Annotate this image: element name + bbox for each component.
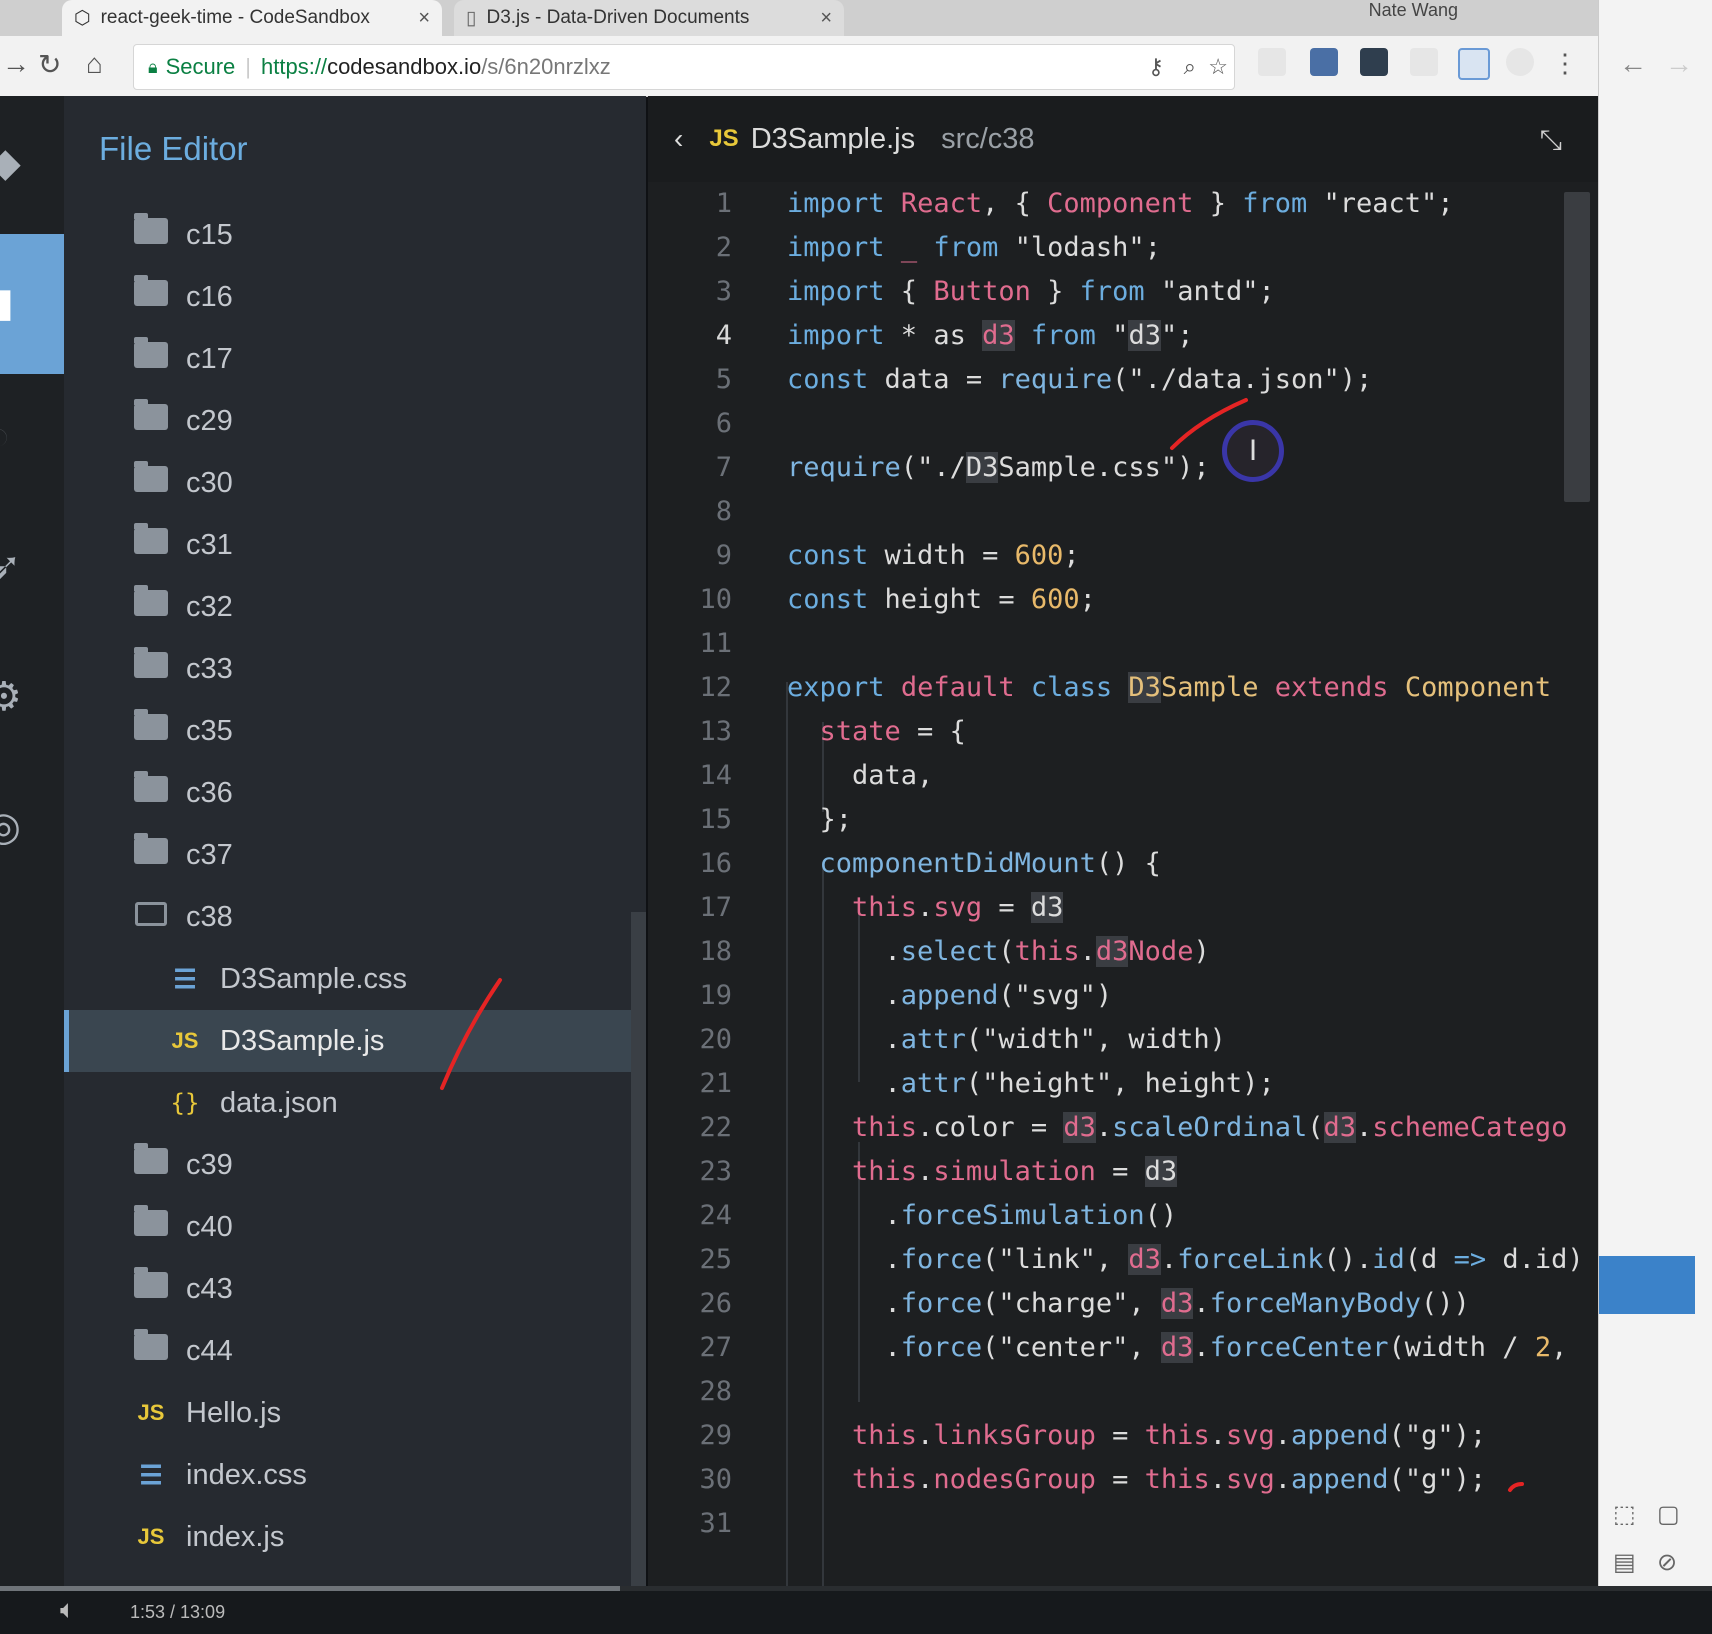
preview-highlight [1599,1256,1695,1314]
block-icon[interactable]: ⊘ [1657,1548,1677,1577]
device-icon[interactable]: ▢ [1657,1500,1680,1529]
annotation-stroke [440,978,502,1090]
forward-arrow-icon[interactable]: → [1665,48,1693,80]
seek-progress [0,1586,620,1591]
devtools-panel: ← → ⬚ ▢ ▤ ⊘ [1598,0,1712,1586]
annotation-overlay [440,398,1524,1492]
console-icon[interactable]: ▤ [1613,1548,1636,1577]
annotation-stroke [1170,398,1248,450]
annotation-stroke [1508,1482,1524,1492]
playback-time: 1:53 / 13:09 [130,1602,226,1622]
inspect-icon[interactable]: ⬚ [1613,1500,1636,1529]
volume-icon[interactable]: 🔈︎ [60,1594,76,1626]
seek-bar[interactable] [0,1586,1712,1591]
video-player-bar: 🔈︎ 1:53 / 13:09 [0,1586,1712,1634]
back-arrow-icon[interactable]: ← [1619,48,1647,80]
